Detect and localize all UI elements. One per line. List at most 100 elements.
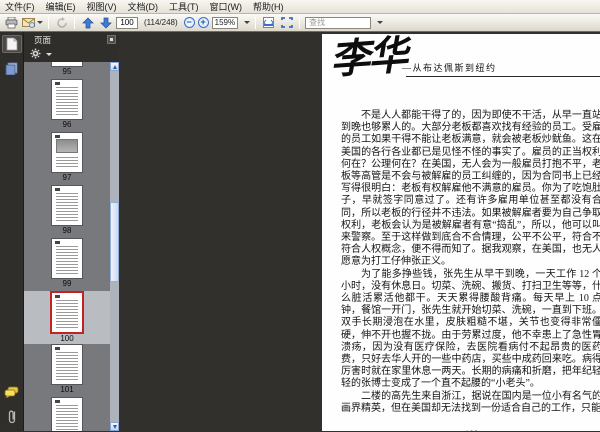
scroll-down-button[interactable] <box>110 422 119 431</box>
email-icon <box>22 17 35 28</box>
zoom-dropdown-button[interactable] <box>241 17 250 29</box>
fit-page-icon <box>280 17 293 28</box>
menu-t[interactable]: 工具(T) <box>169 0 199 13</box>
scrollbar-thumb[interactable] <box>110 202 119 282</box>
tab-pages[interactable] <box>1 35 22 53</box>
printer-icon <box>5 16 18 29</box>
options-dropdown-caret[interactable] <box>46 53 52 56</box>
page-thumbnail-98[interactable]: 98 <box>24 185 110 238</box>
email-button[interactable] <box>22 16 43 30</box>
thumbnails-options-bar <box>24 47 119 62</box>
navigation-tab-strip <box>0 32 24 431</box>
find-input[interactable]: 查找 <box>305 16 372 29</box>
page-thumbnail-100[interactable]: 100 <box>24 291 110 344</box>
find-dropdown-button[interactable] <box>374 17 383 29</box>
thumbnail-header-mark <box>55 347 60 350</box>
fit-width-icon <box>262 17 275 28</box>
tab-layers[interactable] <box>2 59 22 77</box>
page-count-label: (114/248) <box>144 18 178 27</box>
zoom-level-select[interactable]: 159% <box>211 16 239 29</box>
body-paragraph: 二楼的高先生来自浙江，据说在国内是一位小有名气的画界精英，但在美国却无法找到一份… <box>341 390 600 414</box>
pages-panel: 页面 95 96 97 98 99 100 101 102 <box>24 32 119 431</box>
thumbnail-image[interactable] <box>51 397 83 431</box>
thumbnail-image[interactable] <box>50 291 84 334</box>
page-thumbnail-101[interactable]: 101 <box>24 344 110 397</box>
toolbar-separator <box>74 16 75 29</box>
thumbnail-image[interactable] <box>51 132 83 173</box>
thumbnail-header-mark <box>55 400 60 403</box>
body-paragraph: 不是人人都能干得了的，因为即使不干活，从早一直站到晚也够累人的。大部分老板都喜欢… <box>341 110 600 268</box>
scroll-up-button[interactable] <box>110 62 119 71</box>
thumbnail-page-number: 100 <box>60 334 74 343</box>
next-page-button[interactable] <box>98 16 113 30</box>
thumbnail-header-mark <box>55 241 60 244</box>
thumbnail-list: 95 96 97 98 99 100 101 102 <box>24 62 110 431</box>
menu-e[interactable]: 编辑(E) <box>46 0 76 13</box>
thumbnail-header-mark <box>55 135 60 138</box>
page-thumbnail-96[interactable]: 96 <box>24 79 110 132</box>
menu-v[interactable]: 视图(V) <box>87 0 117 13</box>
thumbnails-scrollbar[interactable] <box>110 62 119 431</box>
menu-h[interactable]: 帮助(H) <box>253 0 284 13</box>
toolbar-separator <box>299 16 301 29</box>
find-placeholder: 查找 <box>309 18 326 27</box>
page-thumbnail-99[interactable]: 99 <box>24 238 110 291</box>
thumbnail-page-number: 99 <box>62 279 72 288</box>
thumbnail-page-number: 97 <box>62 173 72 182</box>
thumbnail-text-lines <box>56 300 78 328</box>
menu-bar: 文件(F) 编辑(E) 视图(V) 文档(D) 工具(T) 窗口(W) 帮助(H) <box>0 0 600 14</box>
thumbnails-area: 95 96 97 98 99 100 101 102 <box>24 62 119 431</box>
thumbnail-page-number: 101 <box>60 385 74 394</box>
menu-f[interactable]: 文件(F) <box>5 0 35 13</box>
menu-d[interactable]: 文档(D) <box>128 0 159 13</box>
document-view[interactable]: 李华 —从布达佩斯到纽约 不是人人都能干得了的，因为即使不干活，从早一直站到晚也… <box>119 32 600 431</box>
body-text: 不是人人都能干得了的，因为即使不干活，从早一直站到晚也够累人的。大部分老板都喜欢… <box>341 110 600 431</box>
thumbnail-header-mark <box>55 295 60 298</box>
panel-menu-button[interactable] <box>107 35 116 44</box>
previous-page-button[interactable] <box>80 16 95 30</box>
toolbar: (114/248) − + 159% 查找 <box>0 14 600 32</box>
thumbnail-page-number: 98 <box>62 226 72 235</box>
thumbnail-header-mark <box>55 188 60 191</box>
previous-view-button <box>54 16 69 30</box>
body-paragraph: 为了能多挣些钱，张先生从早干到晚，一天工作 12 个小时，没有休息日。切菜、洗碗… <box>341 268 600 390</box>
chapter-subtitle: —从布达佩斯到纽约 <box>402 63 497 73</box>
thumbnail-text-lines <box>56 157 78 168</box>
print-button[interactable] <box>4 16 19 30</box>
thumbnail-image[interactable] <box>51 344 83 385</box>
page-number-input[interactable] <box>116 16 138 29</box>
comments-icon <box>4 386 19 398</box>
thumbnail-page-number: 95 <box>62 67 72 76</box>
previous-view-icon <box>56 16 68 29</box>
document-page: 李华 —从布达佩斯到纽约 不是人人都能干得了的，因为即使不干活，从早一直站到晚也… <box>322 32 600 431</box>
email-dropdown-caret[interactable] <box>37 21 43 24</box>
thumbnail-text-lines <box>56 405 78 431</box>
pages-panel-title: 页面 <box>34 34 52 45</box>
chapter-header: 李华 —从布达佩斯到纽约 <box>322 32 600 98</box>
thumbnail-photo-block <box>56 139 78 153</box>
page-thumbnail-95[interactable]: 95 <box>24 62 110 79</box>
tab-comments[interactable] <box>2 383 22 401</box>
page-thumbnail-97[interactable]: 97 <box>24 132 110 185</box>
thumbnail-text-lines <box>56 246 78 274</box>
zoom-out-button[interactable]: − <box>183 17 195 28</box>
zoom-in-button[interactable]: + <box>197 17 209 28</box>
next-page-icon <box>99 17 112 29</box>
toolbar-separator <box>255 16 257 29</box>
tab-attachments[interactable] <box>2 407 22 425</box>
page-thumbnail-102[interactable]: 102 <box>24 397 110 431</box>
layers-icon <box>5 62 18 75</box>
thumbnail-text-lines <box>56 193 78 221</box>
thumbnail-text-lines <box>56 87 78 115</box>
options-gear-icon[interactable] <box>30 46 41 64</box>
thumbnail-image[interactable] <box>51 79 83 120</box>
thumbnail-image[interactable] <box>51 238 83 279</box>
thumbnail-image[interactable] <box>51 185 83 226</box>
thumbnail-image[interactable] <box>51 62 83 67</box>
menu-w[interactable]: 窗口(W) <box>210 0 243 13</box>
fit-page-button[interactable] <box>279 16 294 30</box>
previous-page-icon <box>81 17 94 29</box>
toolbar-separator <box>48 16 49 29</box>
thumbnail-page-number: 96 <box>62 120 72 129</box>
fit-width-button[interactable] <box>261 16 276 30</box>
